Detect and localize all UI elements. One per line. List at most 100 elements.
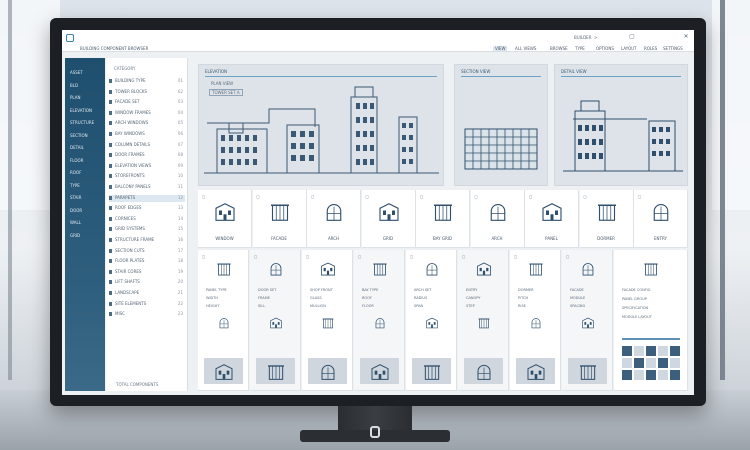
swatch[interactable] xyxy=(670,346,680,356)
sidebar-item[interactable]: ROOF xyxy=(70,170,81,175)
component-card[interactable]: ◻ BAY TYPE ROOF FLOOR xyxy=(354,250,405,391)
swatch[interactable] xyxy=(634,370,644,380)
toolbar-browse[interactable]: BROWSE xyxy=(550,46,568,51)
tile-checkbox-icon[interactable]: ◻ xyxy=(358,254,361,259)
toolbar-all-views[interactable]: ALL VIEWS xyxy=(515,46,536,51)
tree-row[interactable]: WINDOW FRAMES 04 xyxy=(109,110,185,117)
tree-row[interactable]: GRID SYSTEMS 15 xyxy=(109,226,185,233)
component-tile[interactable]: ◻ PANEL xyxy=(525,190,579,248)
sidebar-item[interactable]: FLOOR xyxy=(70,158,83,163)
swatch[interactable] xyxy=(646,346,656,356)
swatch[interactable] xyxy=(670,370,680,380)
tile-checkbox-icon[interactable]: ◻ xyxy=(462,254,465,259)
sidebar-item[interactable]: PLAN xyxy=(70,95,80,100)
tree-row[interactable]: ROOF EDGES 13 xyxy=(109,205,185,212)
swatch[interactable] xyxy=(622,358,632,368)
component-tile[interactable]: ◻ ENTRY xyxy=(634,190,688,248)
component-card[interactable]: ◻ DORMER PITCH RISE xyxy=(510,250,561,391)
tree-row[interactable]: COLUMN DETAILS 07 xyxy=(109,142,185,149)
tree-row[interactable]: BAY WINDOWS 06 xyxy=(109,131,185,138)
detail-view-panel[interactable]: DETAIL VIEW xyxy=(554,64,688,186)
toolbar-layout[interactable]: LAYOUT xyxy=(621,46,637,51)
component-card[interactable]: ◻ DOOR SET FRAME SILL xyxy=(250,250,301,391)
tile-checkbox-icon[interactable]: ◻ xyxy=(638,194,641,199)
toolbar-roles[interactable]: ROLES xyxy=(644,46,657,51)
swatch[interactable] xyxy=(658,346,668,356)
component-card[interactable]: ◻ SHOP FRONT GLASS MULLION xyxy=(302,250,353,391)
tile-checkbox-icon[interactable]: ◻ xyxy=(514,254,517,259)
elevation-panel[interactable]: ELEVATION PLAN VIEW TOWER SET A xyxy=(198,64,444,186)
tile-checkbox-icon[interactable]: ◻ xyxy=(366,194,369,199)
component-card[interactable]: ◻ ARCH SET RADIUS SPAN xyxy=(406,250,457,391)
component-tile[interactable]: ◻ WINDOW xyxy=(198,190,252,248)
component-tile[interactable]: ◻ DORMER xyxy=(579,190,634,248)
sidebar-item[interactable]: ASSET xyxy=(70,70,83,75)
swatch[interactable] xyxy=(658,358,668,368)
swatch[interactable] xyxy=(646,358,656,368)
close-icon[interactable]: ✕ xyxy=(682,33,690,41)
tile-checkbox-icon[interactable]: ◻ xyxy=(202,254,205,259)
toolbar-type[interactable]: TYPE xyxy=(575,46,585,51)
tile-checkbox-icon[interactable]: ◻ xyxy=(529,194,532,199)
tree-row[interactable]: SECTION CUTS 17 xyxy=(109,248,185,255)
swatch[interactable] xyxy=(658,370,668,380)
sidebar-item[interactable]: STAIR xyxy=(70,195,81,200)
tree-row[interactable]: STRUCTURE FRAME 16 xyxy=(109,237,185,244)
swatch[interactable] xyxy=(634,346,644,356)
sidebar-item[interactable]: STRUCTURE xyxy=(70,120,94,125)
component-card[interactable]: ◻ PANEL TYPE WIDTH HEIGHT xyxy=(198,250,249,391)
component-tile[interactable]: ◻ FACADE xyxy=(252,190,307,248)
tree-row[interactable]: SITE ELEMENTS 22 xyxy=(109,301,185,308)
tile-checkbox-icon[interactable]: ◻ xyxy=(584,194,587,199)
tree-row[interactable]: LANDSCAPE 21 xyxy=(109,290,185,297)
toolbar-options[interactable]: OPTIONS xyxy=(596,46,614,51)
sidebar-item[interactable]: BLD xyxy=(70,83,78,88)
tile-checkbox-icon[interactable]: ◻ xyxy=(566,254,569,259)
tile-checkbox-icon[interactable]: ◻ xyxy=(202,194,205,199)
swatch[interactable] xyxy=(670,358,680,368)
sidebar-item[interactable]: GRID xyxy=(70,233,80,238)
swatch[interactable] xyxy=(622,370,632,380)
tile-checkbox-icon[interactable]: ◻ xyxy=(254,254,257,259)
tree-row[interactable]: CORNICES 14 xyxy=(109,216,185,223)
sidebar-item[interactable]: ELEVATION xyxy=(70,108,92,113)
tree-row[interactable]: ARCH WINDOWS 05 xyxy=(109,120,185,127)
tree-row[interactable]: BUILDING TYPE 01 xyxy=(109,78,185,85)
tree-row[interactable]: LIFT SHAFTS 20 xyxy=(109,279,185,286)
tree-row[interactable]: TOWER BLOCKS 02 xyxy=(109,89,185,96)
menu-builder[interactable]: BUILDER xyxy=(574,35,591,40)
tree-row[interactable]: PARAPETS 12 xyxy=(109,194,185,202)
toolbar-settings[interactable]: SETTINGS xyxy=(663,46,683,51)
menu-chevron[interactable]: > xyxy=(594,35,597,40)
sidebar-item[interactable]: WALL xyxy=(70,220,81,225)
tile-checkbox-icon[interactable]: ◻ xyxy=(311,194,314,199)
tree-row[interactable]: DOOR FRAMES 08 xyxy=(109,152,185,159)
swatch[interactable] xyxy=(634,358,644,368)
component-tile[interactable]: ◻ GRID xyxy=(361,190,416,248)
sidebar-item[interactable]: SECTION xyxy=(70,133,88,138)
component-tile[interactable]: ◻ ARCH xyxy=(470,190,525,248)
tile-checkbox-icon[interactable]: ◻ xyxy=(257,194,260,199)
swatch[interactable] xyxy=(646,370,656,380)
tree-row[interactable]: ELEVATION VIEWS 09 xyxy=(109,163,185,170)
maximize-icon[interactable]: ▢ xyxy=(628,33,636,41)
tree-row[interactable]: FACADE SET 03 xyxy=(109,99,185,106)
component-card[interactable]: ◻ ENTRY CANOPY STEP xyxy=(458,250,509,391)
swatch[interactable] xyxy=(622,346,632,356)
sidebar-item[interactable]: DOOR xyxy=(70,208,82,213)
spec-card[interactable]: FACADE CONFIG PANEL GROUP SPECIFICATION MOD… xyxy=(614,250,688,391)
component-tile[interactable]: ◻ ARCH xyxy=(307,190,361,248)
tree-row[interactable]: STAIR CORES 19 xyxy=(109,269,185,276)
component-card[interactable]: ◻ FACADE MODULE SPACING xyxy=(562,250,613,391)
tile-checkbox-icon[interactable]: ◻ xyxy=(410,254,413,259)
tree-row[interactable]: FLOOR PLATES 18 xyxy=(109,258,185,265)
component-tile[interactable]: ◻ BAY GRID xyxy=(416,190,470,248)
sidebar-item[interactable]: TYPE xyxy=(70,183,80,188)
tile-checkbox-icon[interactable]: ◻ xyxy=(420,194,423,199)
tree-row[interactable]: BALCONY PANELS 11 xyxy=(109,184,185,191)
toolbar-view[interactable]: VIEW xyxy=(493,46,508,51)
sidebar-item[interactable]: DETAIL xyxy=(70,145,84,150)
tree-row[interactable]: STOREFRONTS 10 xyxy=(109,173,185,180)
tile-checkbox-icon[interactable]: ◻ xyxy=(475,194,478,199)
tree-row[interactable]: MISC 23 xyxy=(109,311,185,318)
